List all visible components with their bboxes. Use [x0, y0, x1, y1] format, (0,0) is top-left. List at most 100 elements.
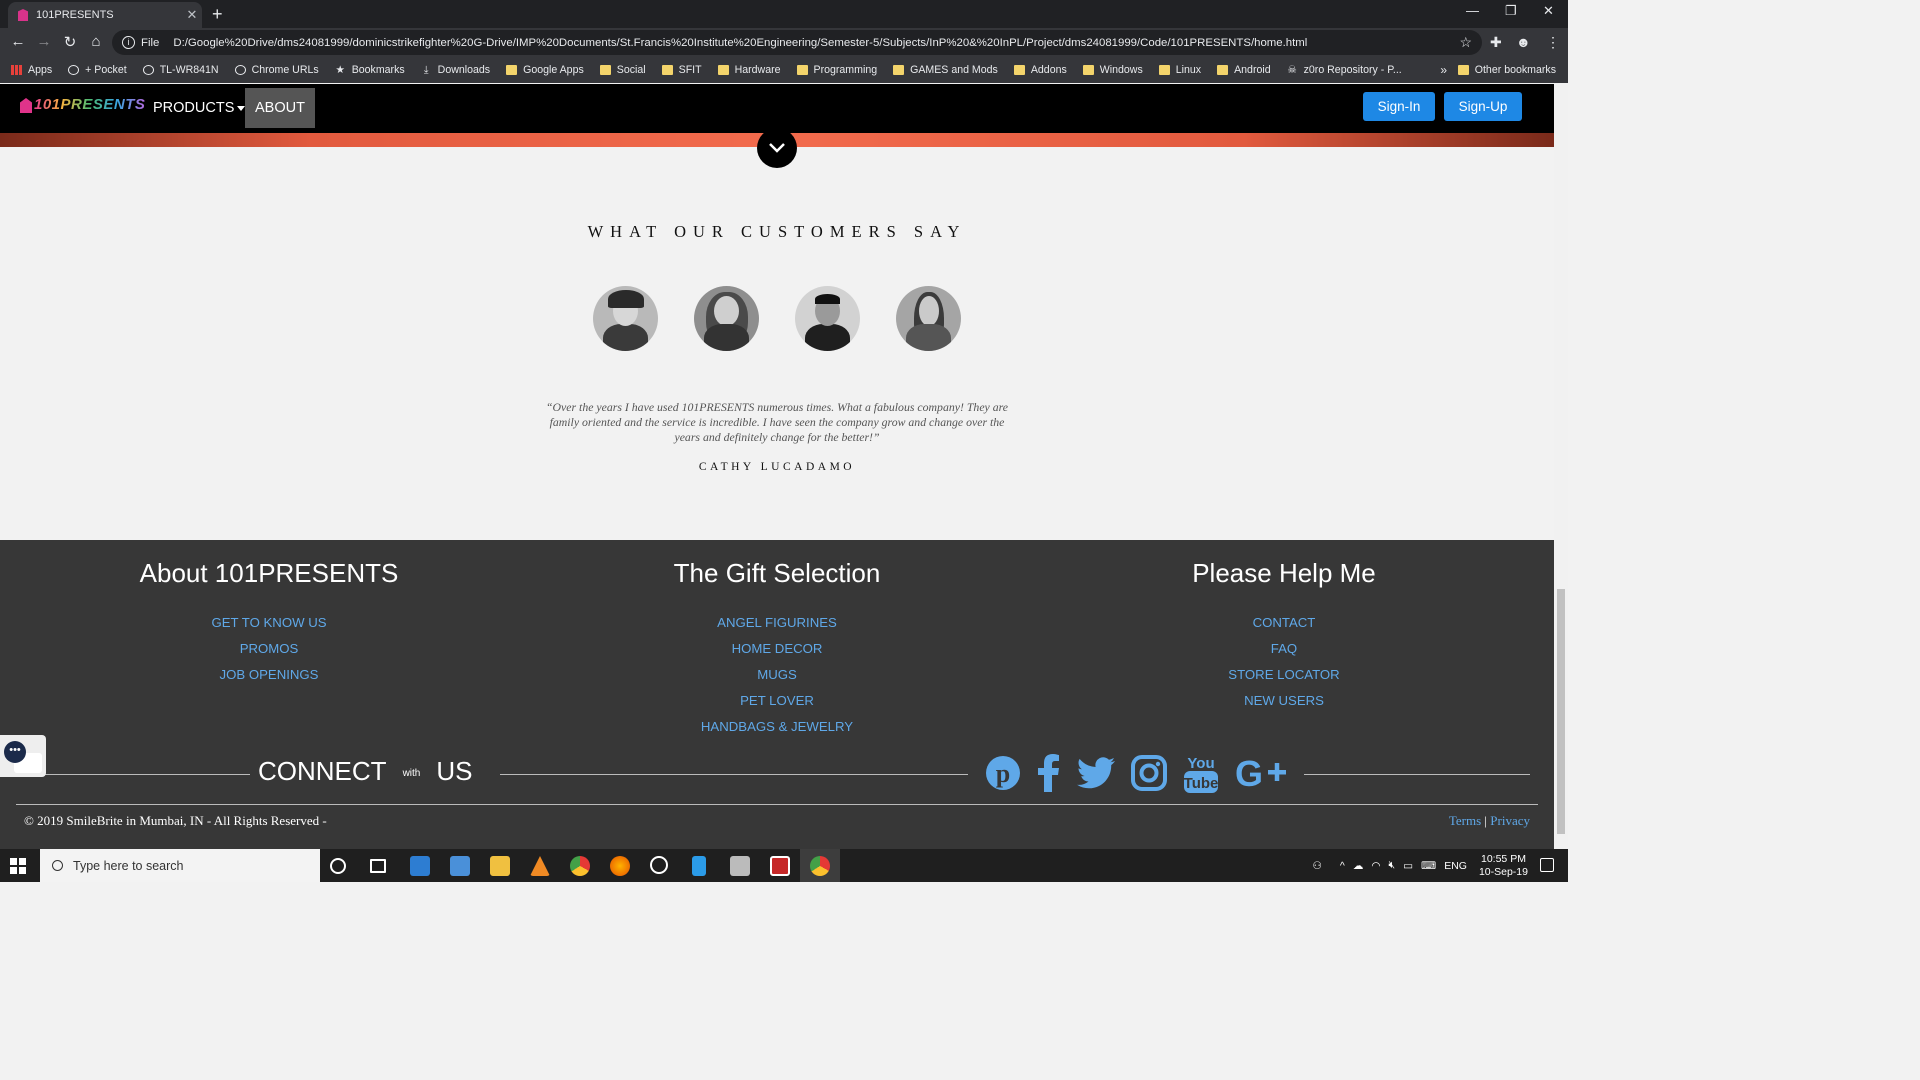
footer-link-handbags-jewelry[interactable]: HANDBAGS & JEWELRY [527, 714, 1027, 740]
footer-link-get-to-know-us[interactable]: GET TO KNOW US [19, 610, 519, 636]
footer-link-new-users[interactable]: NEW USERS [1034, 688, 1534, 714]
bookmark-chrome-urls[interactable]: Chrome URLs [234, 64, 319, 76]
notifications-icon[interactable] [1540, 858, 1554, 872]
bookmark-pocket[interactable]: + Pocket [68, 64, 127, 76]
browser-menu-icon[interactable]: ⋮ [1546, 34, 1560, 51]
site-info-icon[interactable]: i [122, 36, 135, 49]
clock[interactable]: 10:55 PM 10-Sep-19 [1479, 853, 1528, 879]
home-icon[interactable]: ⌂ [86, 33, 106, 50]
footer-link-store-locator[interactable]: STORE LOCATOR [1034, 662, 1534, 688]
footer-link-contact[interactable]: CONTACT [1034, 610, 1534, 636]
customer-avatar-3[interactable] [795, 286, 860, 351]
other-bookmarks-folder[interactable]: Other bookmarks [1457, 64, 1556, 76]
globe-icon [68, 65, 80, 75]
nav-products-dropdown[interactable]: PRODUCTS [153, 100, 246, 116]
bookmark-folder-games[interactable]: GAMES and Mods [893, 64, 998, 76]
cortana-icon[interactable] [330, 858, 346, 874]
new-tab-button[interactable]: + [212, 4, 223, 25]
chat-typing-icon: ••• [4, 741, 26, 763]
bookmark-folder-sfit[interactable]: SFIT [661, 64, 702, 76]
footer-link-mugs[interactable]: MUGS [527, 662, 1027, 688]
sign-up-button[interactable]: Sign-Up [1444, 92, 1522, 121]
bookmark-folder-hardware[interactable]: Hardware [717, 64, 781, 76]
firefox-icon[interactable] [610, 856, 630, 876]
footer-link-job-openings[interactable]: JOB OPENINGS [19, 662, 519, 688]
url-text[interactable]: D:/Google%20Drive/dms24081999/dominicstr… [173, 37, 1307, 49]
customer-avatar-4[interactable] [896, 286, 961, 351]
bookmark-folder-android[interactable]: Android [1217, 64, 1271, 76]
chrome-icon[interactable] [570, 856, 590, 876]
tray-expand-icon[interactable]: ^ [1340, 860, 1345, 872]
reload-icon[interactable]: ↻ [60, 33, 80, 51]
bookmark-folder-addons[interactable]: Addons [1013, 64, 1067, 76]
bookmarks-overflow-button[interactable]: » [1440, 63, 1447, 77]
app-icon-4[interactable] [730, 856, 750, 876]
onedrive-icon[interactable]: ☁ [1353, 860, 1364, 872]
footer-link-promos[interactable]: PROMOS [19, 636, 519, 662]
youtube-icon[interactable]: You Tube [1182, 752, 1220, 794]
browser-tab-strip: 101PRESENTS ✕ + — ❐ ✕ [0, 0, 1568, 28]
bookmark-tl-wr841n[interactable]: TL-WR841N [142, 64, 219, 76]
address-bar[interactable]: i File D:/Google%20Drive/dms24081999/dom… [112, 30, 1482, 55]
privacy-link[interactable]: Privacy [1490, 813, 1530, 828]
bookmark-downloads[interactable]: ⤓ Downloads [421, 64, 490, 76]
bookmark-folder-linux[interactable]: Linux [1158, 64, 1201, 76]
twitter-icon[interactable] [1076, 752, 1116, 794]
extensions-puzzle-icon[interactable]: ✚ [1490, 34, 1502, 51]
nav-about-link[interactable]: ABOUT [245, 88, 315, 128]
close-window-button[interactable]: ✕ [1543, 3, 1554, 19]
footer-link-faq[interactable]: FAQ [1034, 636, 1534, 662]
chat-widget-button[interactable]: ••• [0, 735, 46, 777]
footer-column-gifts: The Gift Selection ANGEL FIGURINES HOME … [527, 558, 1027, 740]
pinterest-icon[interactable]: p [984, 752, 1022, 794]
language-indicator[interactable]: ENG [1444, 860, 1467, 872]
app-icon-3[interactable] [692, 856, 706, 876]
wifi-icon[interactable]: ◠ [1371, 860, 1380, 872]
app-icon-1[interactable] [410, 856, 430, 876]
sign-in-button[interactable]: Sign-In [1363, 92, 1435, 121]
bookmark-z0ro-repository[interactable]: ☠ z0ro Repository - P... [1287, 64, 1401, 76]
taskbar-search-box[interactable]: Type here to search [40, 849, 320, 882]
svg-text:You: You [1187, 755, 1214, 772]
bookmark-bookmarks[interactable]: ★ Bookmarks [335, 64, 404, 76]
system-tray: ⚇ ^ ☁ ◠ 🔇︎ ▭ ⌨ ENG 10:55 PM 10-Sep-19 [1312, 849, 1528, 882]
back-icon[interactable]: ← [8, 33, 28, 50]
minimize-window-button[interactable]: — [1466, 3, 1479, 18]
vlc-icon[interactable] [530, 856, 550, 876]
windows-start-icon[interactable] [10, 858, 26, 874]
people-icon[interactable]: ⚇ [1312, 860, 1321, 872]
customer-avatar-2[interactable] [694, 286, 759, 351]
footer-link-home-decor[interactable]: HOME DECOR [527, 636, 1027, 662]
bookmark-folder-google-apps[interactable]: Google Apps [506, 64, 584, 76]
close-tab-icon[interactable]: ✕ [182, 7, 202, 23]
footer-link-pet-lover[interactable]: PET LOVER [527, 688, 1027, 714]
steam-icon[interactable] [650, 856, 668, 874]
browser-tab[interactable]: 101PRESENTS ✕ [8, 2, 202, 28]
forward-icon[interactable]: → [34, 33, 54, 50]
instagram-icon[interactable] [1130, 752, 1168, 794]
bookmark-folder-programming[interactable]: Programming [796, 64, 877, 76]
scroll-down-button[interactable] [757, 128, 797, 168]
bookmark-folder-social[interactable]: Social [599, 64, 646, 76]
app-icon-5[interactable] [770, 856, 790, 876]
scrollbar-thumb[interactable] [1557, 589, 1565, 834]
bookmark-star-icon[interactable]: ☆ [1459, 34, 1472, 51]
keyboard-icon[interactable]: ⌨ [1421, 860, 1436, 872]
file-explorer-icon[interactable] [490, 856, 510, 876]
facebook-icon[interactable] [1034, 752, 1064, 794]
profile-avatar-icon[interactable]: ☻ [1516, 34, 1531, 50]
site-logo[interactable]: 101PRESENTS [34, 96, 145, 113]
google-plus-icon[interactable]: G [1234, 752, 1290, 794]
task-view-icon[interactable] [370, 859, 386, 873]
bookmark-folder-windows[interactable]: Windows [1082, 64, 1143, 76]
battery-icon[interactable]: ▭ [1403, 860, 1413, 872]
volume-muted-icon[interactable]: 🔇︎ [1388, 859, 1395, 872]
chrome-active-icon[interactable] [810, 856, 830, 876]
page-scrollbar[interactable] [1554, 84, 1568, 849]
app-icon-2[interactable] [450, 856, 470, 876]
terms-link[interactable]: Terms [1449, 813, 1481, 828]
restore-window-button[interactable]: ❐ [1505, 3, 1517, 19]
bookmark-apps[interactable]: Apps [11, 64, 52, 76]
footer-link-angel-figurines[interactable]: ANGEL FIGURINES [527, 610, 1027, 636]
customer-avatar-1[interactable] [593, 286, 658, 351]
